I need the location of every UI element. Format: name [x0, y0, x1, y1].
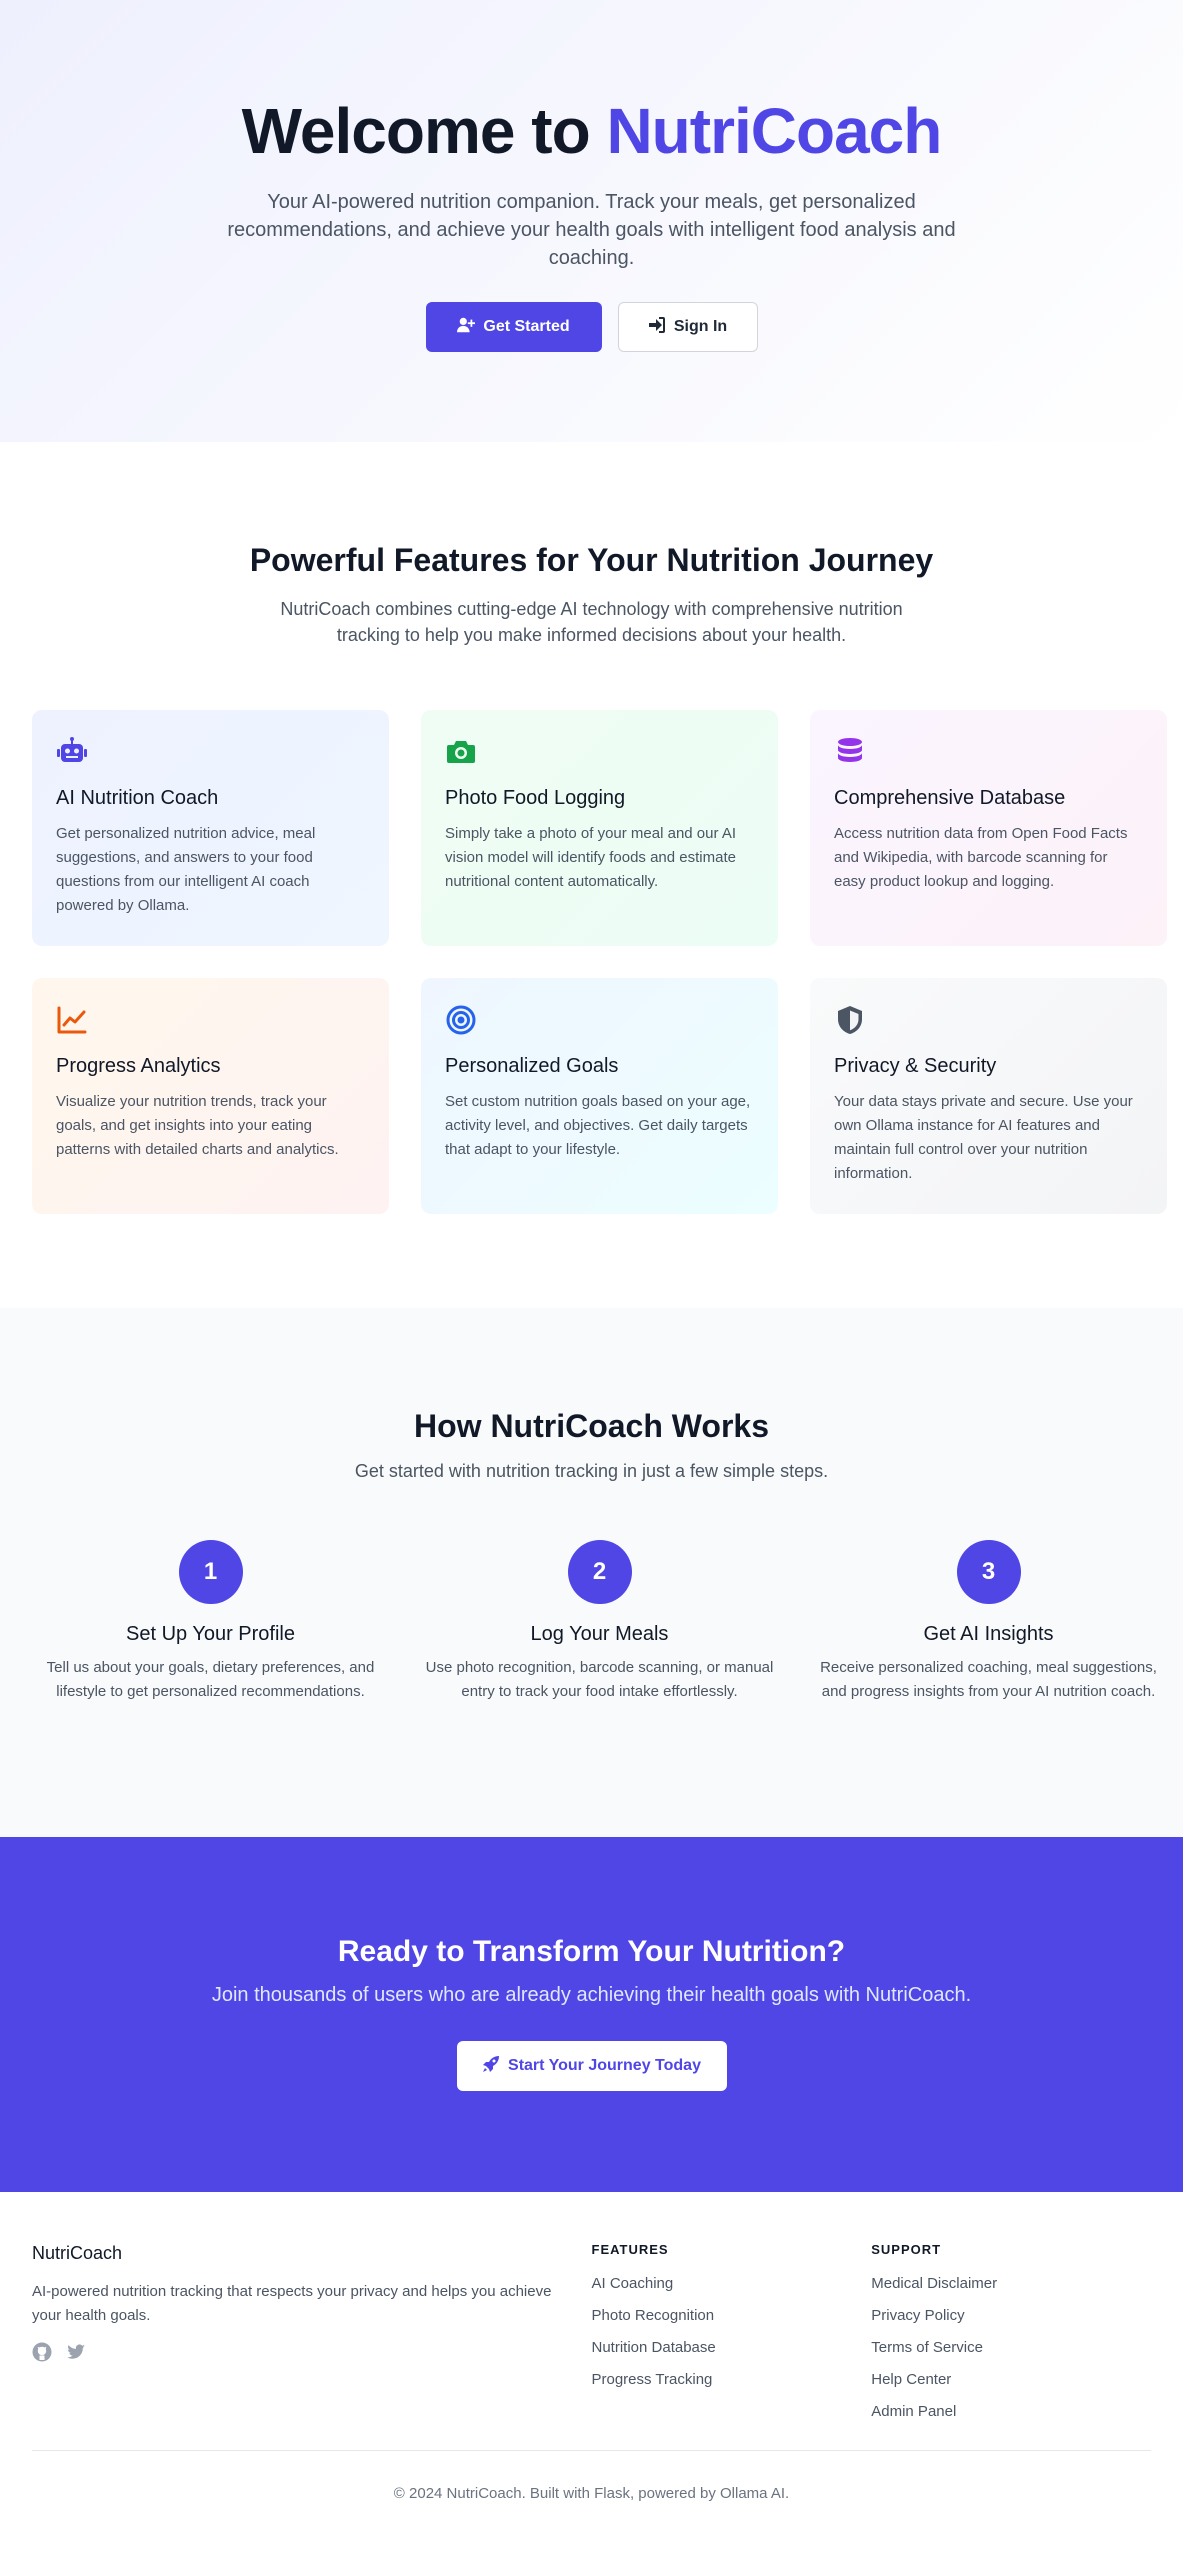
cta-subtitle: Join thousands of users who are already …	[211, 1984, 972, 2006]
footer-link-terms-of-service[interactable]: Terms of Service	[871, 2338, 1151, 2358]
step-title: Set Up Your Profile	[126, 1623, 295, 1645]
robot-icon	[56, 736, 92, 772]
feature-text: Set custom nutrition goals based on your…	[445, 1093, 751, 1158]
github-icon[interactable]	[32, 2342, 52, 2367]
footer-support-heading: SUPPORT	[871, 2242, 942, 2257]
footer-link-photo-recognition[interactable]: Photo Recognition	[592, 2306, 872, 2326]
footer-brand-name: NutriCoach	[32, 2243, 123, 2263]
footer-top: NutriCoach AI-powered nutrition tracking…	[32, 2240, 1151, 2436]
social-links	[32, 2342, 592, 2367]
hero-buttons: Get Started Sign In	[0, 302, 1183, 352]
step-item: 1 Set Up Your Profile Tell us about your…	[32, 1540, 389, 1704]
footer-support-column: SUPPORT Medical Disclaimer Privacy Polic…	[871, 2240, 1151, 2436]
how-subtitle: Get started with nutrition tracking in j…	[354, 1461, 829, 1481]
database-icon	[834, 736, 870, 772]
step-title: Get AI Insights	[923, 1623, 1054, 1645]
cta-section: Ready to Transform Your Nutrition? Join …	[0, 1837, 1183, 2192]
hero-title-prefix: Welcome to	[241, 95, 607, 167]
sign-in-label: Sign In	[673, 318, 728, 335]
feature-title: Photo Food Logging	[445, 787, 626, 809]
user-plus-icon	[457, 316, 476, 339]
target-icon	[445, 1004, 481, 1040]
footer-link-progress-tracking[interactable]: Progress Tracking	[592, 2370, 872, 2390]
features-section: Powerful Features for Your Nutrition Jou…	[0, 442, 1183, 1308]
sign-in-icon	[648, 316, 666, 339]
features-grid: AI Nutrition Coach Get personalized nutr…	[0, 710, 1183, 1214]
footer-features-heading: FEATURES	[591, 2242, 669, 2257]
feature-title: Progress Analytics	[56, 1055, 221, 1077]
get-started-button[interactable]: Get Started	[425, 302, 602, 352]
footer-link-admin-panel[interactable]: Admin Panel	[871, 2402, 1151, 2422]
features-title: Powerful Features for Your Nutrition Jou…	[249, 542, 934, 578]
feature-card-privacy: Privacy & Security Your data stays priva…	[810, 978, 1167, 1214]
feature-text: Access nutrition data from Open Food Fac…	[834, 825, 1128, 890]
step-text: Use photo recognition, barcode scanning,…	[425, 1659, 774, 1700]
how-title: How NutriCoach Works	[414, 1408, 769, 1444]
feature-text: Get personalized nutrition advice, meal …	[56, 825, 316, 914]
sign-in-button[interactable]: Sign In	[617, 302, 758, 352]
feature-title: AI Nutrition Coach	[56, 787, 219, 809]
footer-features-column: FEATURES AI Coaching Photo Recognition N…	[592, 2240, 872, 2436]
get-started-label: Get Started	[483, 318, 570, 335]
feature-title: Personalized Goals	[445, 1055, 619, 1077]
hero-section: Welcome to NutriCoach Your AI-powered nu…	[0, 0, 1183, 442]
footer-link-nutrition-database[interactable]: Nutrition Database	[592, 2338, 872, 2358]
hero-title-brand: NutriCoach	[606, 95, 942, 167]
step-title: Log Your Meals	[530, 1623, 669, 1645]
footer-link-help-center[interactable]: Help Center	[871, 2370, 1151, 2390]
footer-brand: NutriCoach AI-powered nutrition tracking…	[32, 2240, 592, 2436]
cta-title: Ready to Transform Your Nutrition?	[337, 1935, 846, 1968]
feature-card-ai-coach: AI Nutrition Coach Get personalized nutr…	[32, 710, 389, 946]
chart-line-icon	[56, 1004, 92, 1040]
footer-link-medical-disclaimer[interactable]: Medical Disclaimer	[871, 2274, 1151, 2294]
step-number-badge: 2	[567, 1540, 632, 1604]
footer: NutriCoach AI-powered nutrition tracking…	[0, 2192, 1183, 2566]
feature-card-database: Comprehensive Database Access nutrition …	[810, 710, 1167, 946]
feature-title: Comprehensive Database	[834, 787, 1066, 809]
step-number-badge: 1	[178, 1540, 243, 1604]
feature-text: Simply take a photo of your meal and our…	[445, 825, 736, 890]
feature-text: Your data stays private and secure. Use …	[834, 1093, 1133, 1182]
start-journey-label: Start Your Journey Today	[508, 2057, 701, 2074]
start-journey-button[interactable]: Start Your Journey Today	[456, 2041, 727, 2091]
how-it-works-section: How NutriCoach Works Get started with nu…	[0, 1308, 1183, 1837]
shield-icon	[834, 1004, 870, 1040]
rocket-icon	[482, 2055, 500, 2078]
footer-link-privacy-policy[interactable]: Privacy Policy	[871, 2306, 1151, 2326]
step-text: Receive personalized coaching, meal sugg…	[820, 1659, 1157, 1700]
hero-title: Welcome to NutriCoach	[0, 94, 1183, 168]
feature-text: Visualize your nutrition trends, track y…	[56, 1093, 339, 1158]
step-text: Tell us about your goals, dietary prefer…	[46, 1659, 375, 1700]
footer-tagline: AI-powered nutrition tracking that respe…	[32, 2283, 552, 2324]
steps-list: 1 Set Up Your Profile Tell us about your…	[0, 1540, 1183, 1704]
feature-card-goals: Personalized Goals Set custom nutrition …	[421, 978, 778, 1214]
features-subtitle: NutriCoach combines cutting-edge AI tech…	[280, 599, 903, 645]
feature-card-photo-logging: Photo Food Logging Simply take a photo o…	[421, 710, 778, 946]
hero-subtitle: Your AI-powered nutrition companion. Tra…	[227, 191, 956, 269]
footer-link-ai-coaching[interactable]: AI Coaching	[592, 2274, 872, 2294]
step-item: 3 Get AI Insights Receive personalized c…	[810, 1540, 1167, 1704]
feature-title: Privacy & Security	[834, 1055, 997, 1077]
twitter-icon[interactable]	[66, 2342, 86, 2367]
feature-card-analytics: Progress Analytics Visualize your nutrit…	[32, 978, 389, 1214]
footer-copyright: © 2024 NutriCoach. Built with Flask, pow…	[32, 2450, 1151, 2502]
camera-icon	[445, 736, 481, 772]
step-number-badge: 3	[956, 1540, 1021, 1604]
step-item: 2 Log Your Meals Use photo recognition, …	[421, 1540, 778, 1704]
